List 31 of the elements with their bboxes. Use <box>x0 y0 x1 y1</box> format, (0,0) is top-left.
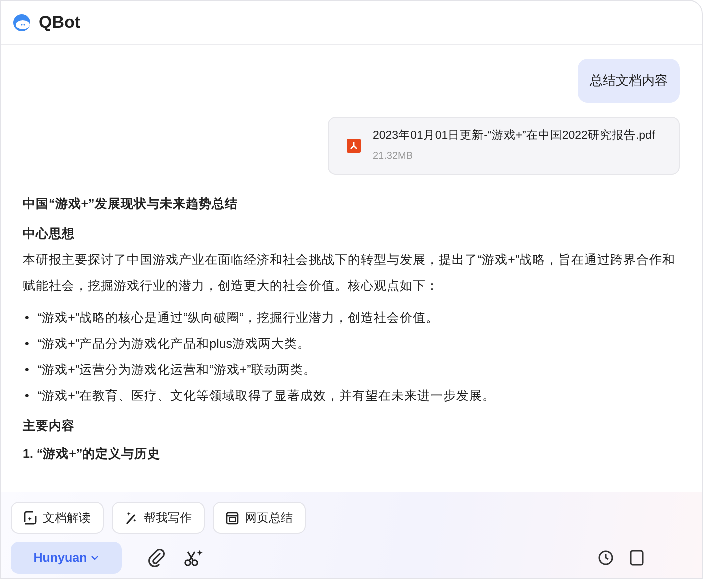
quick-action-button[interactable]: 网页总结 <box>213 502 306 534</box>
model-selector[interactable]: Hunyuan <box>11 542 122 574</box>
pdf-file-icon <box>347 138 361 153</box>
quick-action-button[interactable]: 帮我写作 <box>112 502 205 534</box>
bullet-item: “游戏+”在教育、医疗、文化等领域取得了显著成效，并有望在未来进一步发展。 <box>38 388 496 405</box>
magic-wand-icon <box>125 511 138 525</box>
paperclip-icon[interactable] <box>148 549 166 567</box>
document-icon[interactable] <box>630 550 644 566</box>
history-icon[interactable] <box>598 550 614 566</box>
file-size: 21.32MB <box>373 150 414 164</box>
bullet-marker: • <box>25 388 30 405</box>
bullet-marker: • <box>25 362 30 379</box>
section-heading: 1. “游戏+”的定义与历史 <box>23 446 162 463</box>
scissors-icon[interactable] <box>184 549 204 567</box>
bullet-item: “游戏+”战略的核心是通过“纵向破圈”，挖掘行业潜力，创造社会价值。 <box>38 310 439 327</box>
user-message-bubble: 总结文档内容 <box>578 59 680 102</box>
bullet-marker: • <box>25 310 30 327</box>
section-heading: 中心思想 <box>23 226 76 243</box>
answer-title: 中国“游戏+”发展现状与未来趋势总结 <box>23 196 239 213</box>
document-sparkle-icon <box>24 511 37 525</box>
section-heading: 主要内容 <box>23 418 76 435</box>
bullet-marker: • <box>25 336 30 353</box>
bullet-item: “游戏+”运营分为游戏化运营和“游戏+”联动两类。 <box>38 362 316 379</box>
quick-action-button[interactable]: 文档解读 <box>11 502 104 534</box>
app-title: QBot <box>39 12 81 34</box>
chevron-down-icon <box>91 555 100 561</box>
bullet-item: “游戏+”产品分为游戏化产品和plus游戏两大类。 <box>38 336 311 353</box>
file-name: 2023年01月01日更新-“游戏+”在中国2022研究报告.pdf <box>373 128 656 144</box>
answer-paragraph: 本研报主要探讨了中国游戏产业在面临经济和社会挑战下的转型与发展，提出了“游戏+”战略，旨在通过跨界合作和赋能社会，挖掘游戏行业的潜力，创造更大的社会价值。核心观点如下： <box>23 252 677 295</box>
web-page-icon <box>226 512 239 524</box>
cloud-logo-icon <box>11 14 33 32</box>
